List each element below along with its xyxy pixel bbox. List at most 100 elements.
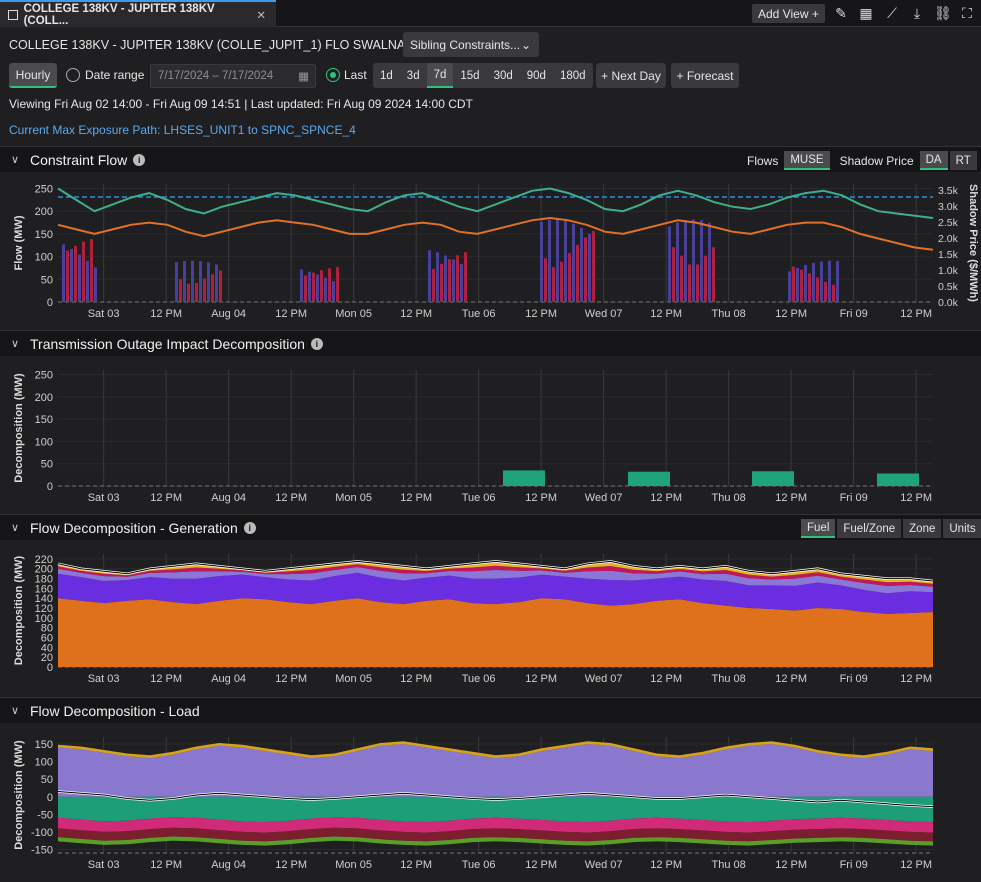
shadow-price-bar	[684, 220, 687, 302]
rt-toggle[interactable]: RT	[949, 151, 977, 170]
period-15d[interactable]: 15d	[453, 63, 486, 88]
pencil-icon[interactable]: ✎	[833, 5, 849, 21]
x-tick-label: Tue 06	[462, 859, 496, 871]
period-90d[interactable]: 90d	[520, 63, 553, 88]
tab-constraint[interactable]: COLLEGE 138KV - JUPITER 138KV (COLL... ✕	[0, 0, 276, 27]
collapse-chevron-icon[interactable]: ∨	[0, 337, 30, 350]
x-tick-label: 12 PM	[775, 859, 807, 871]
chevron-down-icon: ⌄	[520, 37, 531, 52]
y-axis-label: Decomposition (MW)	[13, 740, 25, 850]
tab-units[interactable]: Units	[943, 519, 981, 538]
shadow-price-bar	[556, 219, 559, 302]
fullscreen-icon[interactable]: ⛶	[959, 5, 975, 21]
x-tick-label: 12 PM	[400, 492, 432, 504]
forecast-button[interactable]: + Forecast	[671, 63, 739, 88]
constraint-flow-header: ∨ Constraint Flow i Flows MUSE Shadow Pr…	[0, 146, 981, 172]
shadow-price-bar	[78, 254, 81, 302]
period-30d[interactable]: 30d	[487, 63, 520, 88]
shadow-price-bar	[324, 277, 327, 302]
period-selector: 1d 3d 7d 15d 30d 90d 180d	[373, 63, 593, 88]
shadow-price-bar	[680, 255, 683, 302]
shadow-price-bar	[808, 273, 811, 302]
y-tick-label: 200	[35, 392, 53, 404]
shadow-price-bar	[191, 260, 194, 302]
y2-tick-label: 0.0k	[938, 297, 959, 309]
shadow-price-bar	[832, 284, 835, 302]
period-1d[interactable]: 1d	[373, 63, 400, 88]
sibling-constraints-dropdown[interactable]: Sibling Constraints... ⌄	[403, 32, 539, 57]
expand-icon	[8, 9, 18, 20]
y2-tick-label: 0.5k	[938, 281, 959, 293]
x-tick-label: 12 PM	[275, 492, 307, 504]
shadow-price-bar	[175, 262, 178, 302]
hourly-button[interactable]: Hourly	[9, 63, 57, 88]
load-header: ∨ Flow Decomposition - Load	[0, 697, 981, 723]
load-chart: Sat 03 12 PM Aug 04 12 PM Mon 05 12 PM Tue 06 1…	[13, 737, 934, 871]
collapse-chevron-icon[interactable]: ∨	[0, 704, 30, 717]
shadow-price-bar	[94, 267, 97, 302]
shadow-price-bar	[436, 252, 439, 302]
close-icon[interactable]: ✕	[256, 8, 266, 22]
shadow-price-bar	[195, 282, 198, 302]
tab-fuel[interactable]: Fuel	[801, 519, 836, 538]
tab-zone[interactable]: Zone	[903, 519, 942, 538]
date-range-value: 7/17/2024 – 7/17/2024	[158, 70, 274, 82]
date-range-radio[interactable]	[66, 68, 80, 82]
sibling-label: Sibling Constraints...	[410, 37, 521, 52]
flow-line	[57, 187, 934, 219]
outage-chart: Sat 03 12 PM Aug 04 12 PM Mon 05 12 PM Tue 06 1…	[13, 369, 933, 504]
x-tick-label: Mon 05	[335, 308, 372, 320]
shadow-price-bar	[444, 255, 447, 302]
info-icon[interactable]: i	[133, 153, 146, 166]
max-exposure-path-link[interactable]: Current Max Exposure Path: LHSES_UNIT1 t…	[9, 123, 356, 137]
y-axis-label: Flow (MW)	[13, 215, 25, 270]
shadow-price-bar	[548, 219, 551, 302]
y-tick-label: 150	[35, 414, 53, 426]
download-icon[interactable]: ⤓	[909, 5, 925, 21]
shadow-price-bar	[452, 259, 455, 302]
y-tick-label: 50	[41, 274, 53, 286]
da-toggle[interactable]: DA	[919, 151, 948, 170]
y-tick-label: 0	[47, 792, 53, 804]
period-7d[interactable]: 7d	[426, 63, 454, 88]
next-day-button[interactable]: + Next Day	[596, 63, 666, 88]
x-tick-label: 12 PM	[400, 859, 432, 871]
chart-icon[interactable]: ⟋	[884, 5, 900, 21]
collapse-chevron-icon[interactable]: ∨	[0, 153, 30, 166]
panel-title: Flow Decomposition - Generation	[30, 519, 238, 536]
map-icon[interactable]: ▦	[858, 5, 874, 21]
shadow-price-bar	[82, 241, 85, 302]
period-180d[interactable]: 180d	[553, 63, 593, 88]
shadow-price-bar	[66, 250, 69, 302]
muse-toggle[interactable]: MUSE	[784, 151, 830, 170]
shadow-price-bar	[540, 221, 543, 302]
y2-tick-label: 1.0k	[938, 265, 959, 277]
shadow-price-bar	[207, 262, 210, 302]
shadow-price-bar	[824, 281, 827, 302]
info-icon[interactable]: i	[310, 337, 323, 350]
collapse-chevron-icon[interactable]: ∨	[0, 521, 30, 534]
shadow-price-bar	[448, 259, 451, 302]
calendar-icon[interactable]: ▦	[298, 69, 309, 83]
x-tick-label: 12 PM	[775, 492, 807, 504]
shadow-price-bar	[544, 258, 547, 302]
x-tick-label: 12 PM	[900, 673, 932, 685]
x-tick-label: 12 PM	[275, 859, 307, 871]
shadow-price-bar	[308, 271, 311, 302]
shadow-price-bar	[203, 278, 206, 302]
period-3d[interactable]: 3d	[400, 63, 427, 88]
add-view-button[interactable]: Add View +	[752, 4, 825, 23]
y-tick-label: 0	[47, 481, 53, 493]
shadow-price-bar	[804, 265, 807, 302]
date-range-input[interactable]: 7/17/2024 – 7/17/2024 ▦	[150, 64, 316, 88]
info-icon[interactable]: i	[243, 521, 256, 534]
link-icon[interactable]: ⛓	[934, 5, 952, 21]
last-radio[interactable]	[326, 68, 340, 82]
x-tick-label: 12 PM	[525, 673, 557, 685]
tab-title: COLLEGE 138KV - JUPITER 138KV (COLL...	[23, 2, 215, 27]
tab-fuel-zone[interactable]: Fuel/Zone	[837, 519, 902, 538]
panel-title: Constraint Flow	[30, 151, 128, 168]
flows-label: Flows	[747, 153, 779, 168]
y-tick-label: 220	[35, 554, 53, 566]
shadow-price-bar	[332, 281, 335, 302]
